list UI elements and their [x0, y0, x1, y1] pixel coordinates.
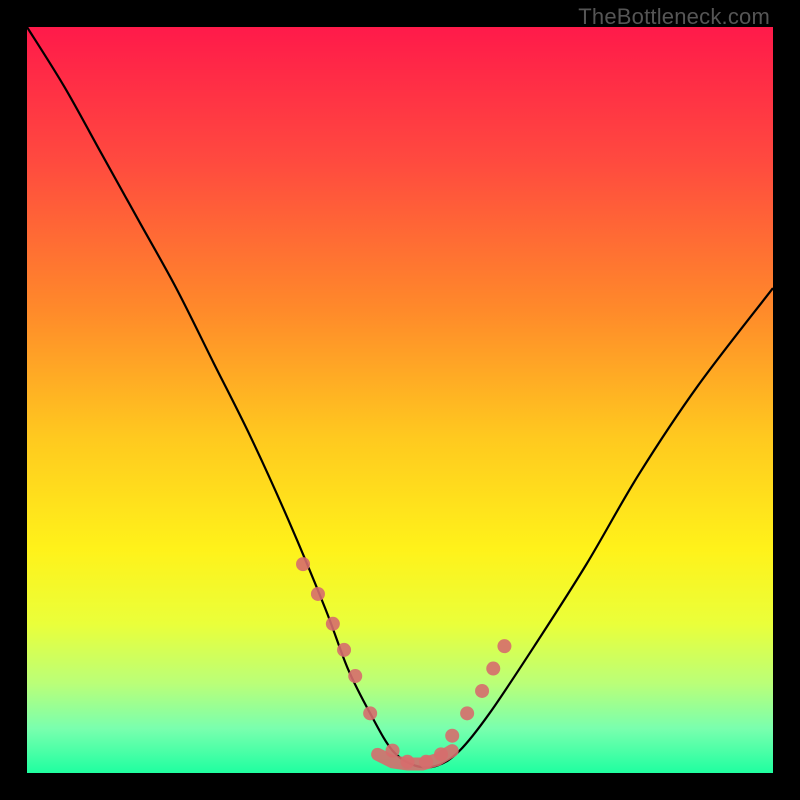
chart-plot	[27, 27, 773, 773]
bottleneck-curve	[27, 27, 773, 767]
watermark-text: TheBottleneck.com	[578, 4, 770, 30]
highlighted-points	[296, 557, 511, 769]
chart-frame	[27, 27, 773, 773]
